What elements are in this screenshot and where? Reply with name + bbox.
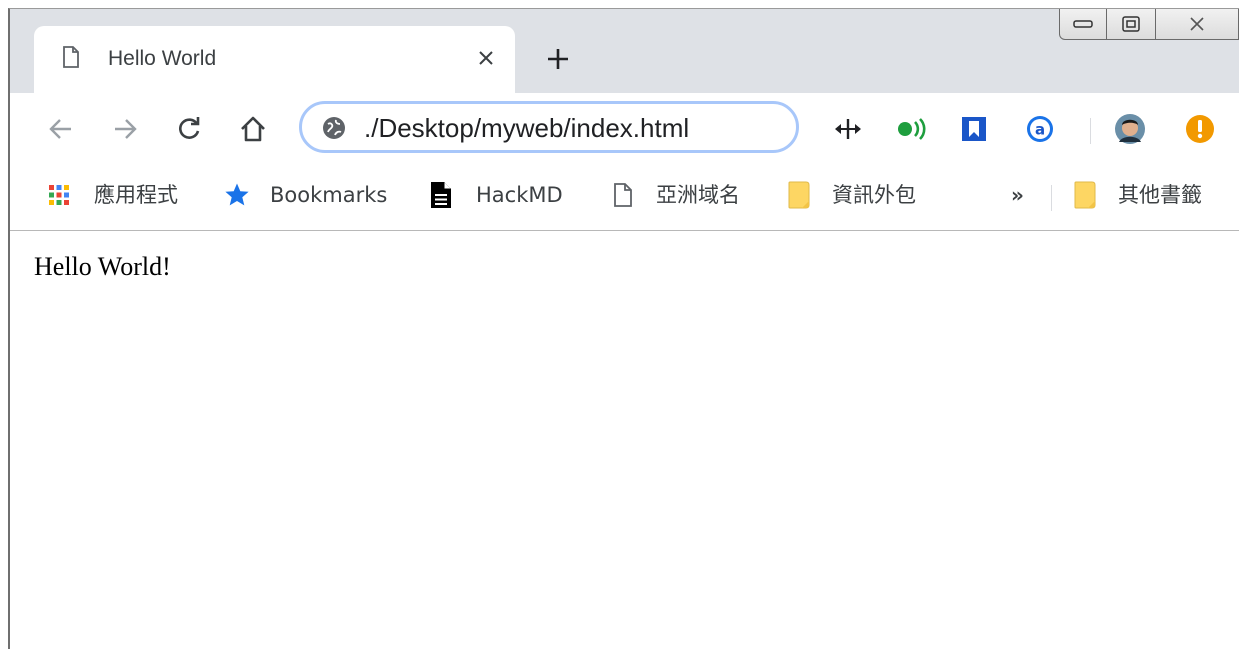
- tab-hello-world[interactable]: Hello World: [34, 26, 515, 93]
- bookmark-bookmarks[interactable]: Bookmarks: [224, 179, 387, 211]
- bookmark-label: HackMD: [476, 183, 563, 207]
- new-tab-button[interactable]: [544, 45, 572, 73]
- minimize-icon: [1073, 19, 1093, 28]
- bookmarks-overflow-chevron-icon[interactable]: »: [1011, 183, 1024, 207]
- folder-icon: [786, 181, 812, 209]
- minimize-button[interactable]: [1059, 9, 1107, 40]
- back-button[interactable]: [46, 114, 76, 144]
- window-close-icon: [1190, 16, 1204, 31]
- back-arrow-icon: [49, 119, 71, 139]
- page-text: Hello World!: [34, 252, 171, 281]
- window-controls: [1059, 9, 1239, 42]
- green-signal-extension-icon[interactable]: [896, 113, 928, 145]
- document-icon: [428, 182, 454, 208]
- at-sign-extension-icon[interactable]: a: [1024, 113, 1056, 145]
- tab-strip: Hello World: [10, 9, 1239, 93]
- toolbar: ./Desktop/myweb/index.html a: [10, 93, 1239, 165]
- home-button[interactable]: [238, 114, 268, 144]
- page-icon: [610, 182, 636, 208]
- close-icon[interactable]: [474, 46, 498, 70]
- toolbar-separator: [1090, 118, 1091, 144]
- plus-icon: [548, 49, 568, 69]
- bookmark-extension-icon[interactable]: [958, 113, 990, 145]
- bookmark-label: 應用程式: [94, 183, 178, 207]
- browser-window: Hello World ./Desktop/myweb/index.html a…: [8, 8, 1239, 649]
- globe-icon[interactable]: [322, 116, 346, 140]
- reload-icon: [179, 117, 200, 139]
- maximize-button[interactable]: [1106, 9, 1156, 40]
- page-icon: [62, 46, 80, 68]
- bookmark-apps[interactable]: 應用程式: [46, 179, 178, 211]
- bookmark-label: 亞洲域名: [656, 183, 740, 207]
- bookmark-other-folder[interactable]: 其他書籤: [1072, 179, 1202, 211]
- home-icon: [241, 116, 265, 142]
- folder-icon: [1072, 181, 1098, 209]
- apps-grid-icon: [46, 182, 72, 208]
- bookmark-asia-domain[interactable]: 亞洲域名: [610, 179, 740, 211]
- bookmarks-bar: 應用程式 Bookmarks HackMD 亞洲域名 資訊外包 » 其他書籤: [10, 165, 1239, 231]
- move-arrows-extension-icon[interactable]: [832, 113, 864, 145]
- address-bar[interactable]: ./Desktop/myweb/index.html: [299, 101, 799, 153]
- forward-arrow-icon: [115, 119, 137, 139]
- tab-title: Hello World: [108, 47, 217, 70]
- bookmark-label: 其他書籤: [1118, 183, 1202, 207]
- svg-text:a: a: [1035, 121, 1045, 139]
- window-close-button[interactable]: [1155, 9, 1239, 40]
- bookmark-label: 資訊外包: [832, 183, 916, 207]
- star-icon: [224, 182, 250, 208]
- url-text: ./Desktop/myweb/index.html: [364, 113, 690, 143]
- forward-button[interactable]: [110, 114, 140, 144]
- bookmark-outsourcing-folder[interactable]: 資訊外包: [786, 179, 916, 211]
- bookmarks-separator: [1051, 185, 1052, 211]
- bookmark-hackmd[interactable]: HackMD: [428, 179, 563, 211]
- avatar[interactable]: [1114, 113, 1146, 145]
- page-content: Hello World!: [10, 231, 1239, 649]
- bookmark-label: Bookmarks: [270, 183, 388, 207]
- warning-icon[interactable]: [1184, 113, 1216, 145]
- maximize-icon: [1122, 15, 1140, 32]
- reload-button[interactable]: [174, 114, 204, 144]
